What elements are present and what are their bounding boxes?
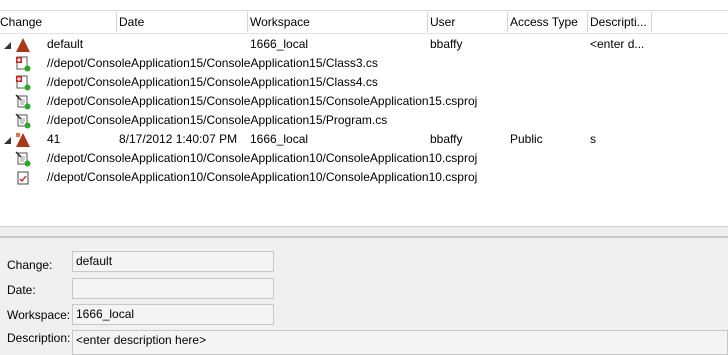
user-cell: bbaffy (430, 132, 463, 146)
changelist-tree: default 1666_local bbaffy <enter d... //… (0, 34, 728, 226)
changelist-row-41[interactable]: 41 8/17/2012 1:40:07 PM 1666_local bbaff… (0, 130, 728, 149)
workspace-cell: 1666_local (250, 37, 309, 51)
workspace-label: Workspace: (7, 308, 71, 322)
column-divider[interactable] (587, 12, 588, 32)
file-edit-icon (15, 113, 31, 129)
access-type-cell (510, 35, 586, 54)
changelist-icon (16, 38, 30, 52)
file-path: //depot/ConsoleApplication15/ConsoleAppl… (47, 94, 478, 108)
file-row[interactable]: //depot/ConsoleApplication15/ConsoleAppl… (0, 111, 728, 130)
file-path: //depot/ConsoleApplication10/ConsoleAppl… (47, 151, 478, 165)
file-path: //depot/ConsoleApplication15/ConsoleAppl… (47, 75, 378, 89)
column-divider[interactable] (651, 12, 652, 32)
file-add-icon (16, 75, 31, 91)
column-header-date[interactable]: Date (119, 11, 246, 33)
file-row[interactable]: //depot/ConsoleApplication15/ConsoleAppl… (0, 92, 728, 111)
column-header-row: Change Date Workspace User Access Type D… (0, 11, 728, 34)
file-checked-icon (17, 171, 29, 185)
collapse-arrow-icon[interactable] (3, 132, 13, 146)
changelist-row-default[interactable]: default 1666_local bbaffy <enter d... (0, 35, 728, 54)
column-divider[interactable] (116, 12, 117, 32)
date-field[interactable] (72, 278, 274, 299)
splitter-grip[interactable] (0, 236, 728, 238)
description-label: Description: (7, 331, 71, 345)
column-header-user[interactable]: User (430, 11, 506, 33)
column-header-description[interactable]: Descripti... (590, 11, 650, 33)
workspace-field[interactable]: 1666_local (72, 304, 274, 325)
change-cell: 41 (47, 132, 61, 146)
file-row[interactable]: //depot/ConsoleApplication15/ConsoleAppl… (0, 73, 728, 92)
column-divider[interactable] (247, 12, 248, 32)
user-cell: bbaffy (430, 37, 463, 51)
file-row[interactable]: //depot/ConsoleApplication15/ConsoleAppl… (0, 54, 728, 73)
column-header-change[interactable]: Change (0, 11, 116, 33)
column-divider[interactable] (507, 12, 508, 32)
date-cell: 8/17/2012 1:40:07 PM (119, 132, 238, 146)
date-label: Date: (7, 283, 36, 297)
file-row[interactable]: //depot/ConsoleApplication10/ConsoleAppl… (0, 149, 728, 168)
date-cell (119, 35, 246, 54)
description-cell: <enter d... (590, 37, 645, 51)
toolbar-strip (0, 0, 728, 11)
file-path: //depot/ConsoleApplication15/ConsoleAppl… (47, 56, 378, 70)
column-header-access-type[interactable]: Access Type (510, 11, 586, 33)
workspace-cell: 1666_local (250, 132, 309, 146)
change-field[interactable]: default (72, 251, 274, 272)
change-cell: default (47, 37, 84, 51)
file-edit-icon (15, 94, 31, 110)
details-pane: Change: default Date: Workspace: 1666_lo… (0, 239, 728, 355)
pane-splitter[interactable] (0, 226, 728, 239)
description-field[interactable]: <enter description here> (72, 330, 728, 355)
file-edit-icon (15, 151, 31, 167)
description-cell: s (590, 132, 596, 146)
file-row[interactable]: //depot/ConsoleApplication10/ConsoleAppl… (0, 168, 728, 187)
file-path: //depot/ConsoleApplication15/ConsoleAppl… (47, 113, 388, 127)
column-header-workspace[interactable]: Workspace (250, 11, 426, 33)
access-type-cell: Public (510, 132, 543, 146)
changelist-icon (16, 133, 30, 147)
file-path: //depot/ConsoleApplication10/ConsoleAppl… (47, 170, 478, 184)
collapse-arrow-icon[interactable] (3, 37, 13, 51)
change-label: Change: (7, 258, 53, 272)
file-add-icon (16, 56, 31, 72)
column-divider[interactable] (427, 12, 428, 32)
